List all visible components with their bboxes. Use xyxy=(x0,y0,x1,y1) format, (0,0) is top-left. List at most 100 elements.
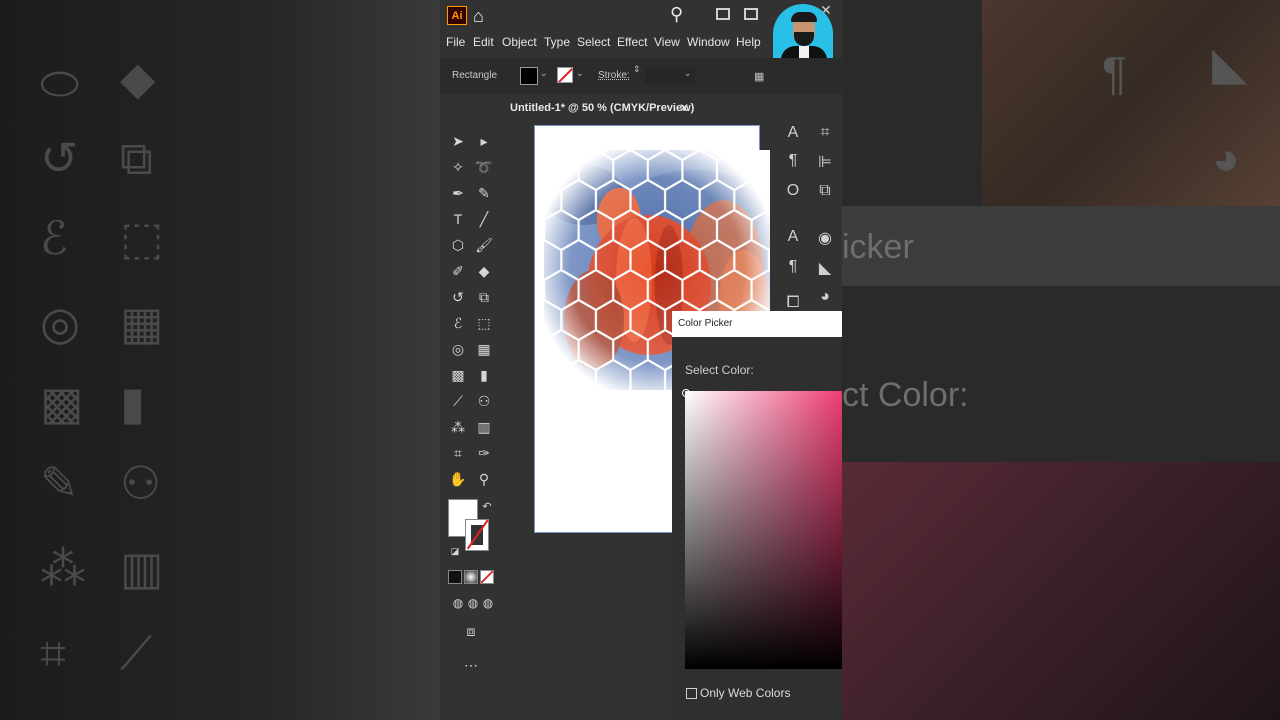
magic-wand-tool-icon[interactable]: ✧ xyxy=(446,156,470,178)
slice-tool-icon[interactable]: ✑ xyxy=(472,442,496,464)
ghost-slice-icon: ⟋ xyxy=(120,627,153,679)
align-panel-icon[interactable]: ⊫ xyxy=(814,152,836,172)
edit-toolbar-icon[interactable]: ⋯ xyxy=(459,654,483,676)
ghost-graph-icon: ▥ xyxy=(120,542,164,594)
ghost-transparency-icon: ◕ xyxy=(1212,132,1240,184)
arrange-documents-icon[interactable] xyxy=(716,8,730,20)
column-graph-tool-icon[interactable]: ▥ xyxy=(472,416,496,438)
blend-tool-icon[interactable]: ⚇ xyxy=(472,390,496,412)
hand-tool-icon[interactable]: ✋ xyxy=(446,468,470,490)
draw-inside-icon[interactable]: ◍ xyxy=(476,592,500,614)
object-type-label: Rectangle xyxy=(452,70,498,81)
search-icon[interactable]: ⚲ xyxy=(670,4,683,25)
glyphs-panel-icon[interactable]: ⧠ xyxy=(782,294,804,312)
ghost-shape-icon: ⬭ xyxy=(40,57,80,109)
pen-tool-icon[interactable]: ✒ xyxy=(446,182,470,204)
warp-tool-icon[interactable]: ℰ xyxy=(446,312,470,334)
ghost-gradient-panel-icon: ◣ xyxy=(1212,37,1248,89)
gradient-tool-icon[interactable]: ▮ xyxy=(472,364,496,386)
polygon-tool-icon[interactable]: ⬡ xyxy=(446,234,470,256)
zoom-tool-icon[interactable]: ⚲ xyxy=(472,468,496,490)
direct-selection-tool-icon[interactable]: ▸ xyxy=(472,130,496,152)
fill-swatch[interactable] xyxy=(520,67,538,85)
menu-type[interactable]: Type xyxy=(544,35,570,49)
scale-tool-icon[interactable]: ⧉ xyxy=(472,286,496,308)
paintbrush-tool-icon[interactable]: 🖌 xyxy=(472,234,496,256)
ghost-free-transform-icon: ⬚ xyxy=(120,212,164,264)
only-web-colors-checkbox[interactable] xyxy=(686,688,697,699)
stroke-label[interactable]: Stroke: xyxy=(598,70,630,81)
only-web-colors-label: Only Web Colors xyxy=(700,686,791,700)
ghost-blend-icon: ⚇ xyxy=(120,457,162,509)
ghost-gradient-icon: ▮ xyxy=(120,377,146,429)
transparency-panel-icon[interactable]: ◕ xyxy=(814,288,836,306)
stroke-swatch[interactable] xyxy=(557,67,573,83)
stroke-color-swatch[interactable] xyxy=(465,519,489,551)
menu-view[interactable]: View xyxy=(654,35,680,49)
mesh-tool-icon[interactable]: ▩ xyxy=(446,364,470,386)
default-colors-icon[interactable]: ◪ xyxy=(443,540,467,562)
menu-effect[interactable]: Effect xyxy=(617,35,647,49)
pathfinder-panel-icon[interactable]: ⧉ xyxy=(814,182,836,200)
menu-window[interactable]: Window xyxy=(687,35,730,49)
home-icon[interactable]: ⌂ xyxy=(473,6,484,27)
stroke-stepper-icon[interactable]: ⇕ xyxy=(633,64,641,75)
workspace-icon[interactable] xyxy=(744,8,758,20)
panel-dock: A ⌗ ¶ ⊫ O ⧉ A ◉ ¶ ◣ ⧠ ◕ xyxy=(778,120,842,320)
control-bar: Rectangle ⌄ ⌄ Stroke: ⇕ ⌄ ▦ xyxy=(440,58,842,94)
ghost-shape-builder-icon: ◎ xyxy=(40,297,81,349)
character-panel-icon[interactable]: A xyxy=(782,124,804,142)
artboard-tool-icon[interactable]: ⌗ xyxy=(446,442,470,464)
tab-close-icon[interactable]: ✕ xyxy=(679,101,689,115)
ghost-perspective-icon: ▦ xyxy=(120,297,164,349)
document-tab[interactable]: Untitled-1* @ 50 % (CMYK/Preview) xyxy=(510,102,694,114)
ghost-color-field xyxy=(842,462,1280,720)
align-grid-icon[interactable]: ▦ xyxy=(754,70,764,83)
menu-edit[interactable]: Edit xyxy=(473,35,494,49)
ghost-paragraph-icon: ¶ xyxy=(1102,47,1127,99)
ghost-text-picker: icker xyxy=(842,228,914,266)
none-mode-icon[interactable] xyxy=(480,570,494,584)
stroke-dropdown-icon[interactable]: ⌄ xyxy=(576,68,584,79)
document-tabs: Untitled-1* @ 50 % (CMYK/Preview) ✕ xyxy=(502,96,842,122)
menu-help[interactable]: Help xyxy=(736,35,761,49)
fill-dropdown-icon[interactable]: ⌄ xyxy=(540,68,548,79)
screen-mode-icon[interactable]: ⧈ xyxy=(459,620,483,642)
dialog-title[interactable]: Color Picker xyxy=(672,311,842,337)
color-field[interactable] xyxy=(685,391,842,669)
paragraph-panel-icon[interactable]: ¶ xyxy=(782,152,804,170)
line-tool-icon[interactable]: ╱ xyxy=(472,208,496,230)
free-transform-tool-icon[interactable]: ⬚ xyxy=(472,312,496,334)
background-left-zoom: ⬭ ◆ ↺ ⧉ ℰ ⬚ ◎ ▦ ▩ ▮ ✎ ⚇ ⁂ ▥ ⌗ ⟋ xyxy=(0,0,440,720)
menu-file[interactable]: File xyxy=(446,35,465,49)
ghost-scale-icon: ⧉ xyxy=(120,132,153,184)
ghost-text-select-color: ct Color: xyxy=(842,376,969,414)
color-mode-icon[interactable] xyxy=(448,570,462,584)
color-field-cursor[interactable] xyxy=(682,389,690,397)
ghost-symbol-sprayer-icon: ⁂ xyxy=(40,542,86,594)
menu-object[interactable]: Object xyxy=(502,35,537,49)
transform-panel-icon[interactable]: ⌗ xyxy=(814,124,836,142)
color-guide-panel-icon[interactable]: ◉ xyxy=(814,228,836,248)
swap-fill-stroke-icon[interactable]: ↶ xyxy=(475,496,499,518)
symbol-sprayer-tool-icon[interactable]: ⁂ xyxy=(446,416,470,438)
character-styles-icon[interactable]: A xyxy=(782,228,804,246)
shaper-tool-icon[interactable]: ✐ xyxy=(446,260,470,282)
lasso-tool-icon[interactable]: ➰ xyxy=(472,156,496,178)
menu-bar: File Edit Object Type Select Effect View… xyxy=(440,32,842,54)
gradient-panel-icon[interactable]: ◣ xyxy=(814,258,836,278)
menu-select[interactable]: Select xyxy=(577,35,610,49)
paragraph-styles-icon[interactable]: ¶ xyxy=(782,258,804,276)
ghost-mesh-icon: ▩ xyxy=(40,377,84,429)
eraser-tool-icon[interactable]: ◆ xyxy=(472,260,496,282)
curvature-tool-icon[interactable]: ✎ xyxy=(472,182,496,204)
perspective-grid-tool-icon[interactable]: ▦ xyxy=(472,338,496,360)
eyedropper-tool-icon[interactable]: ⟋ xyxy=(446,390,470,412)
rotate-tool-icon[interactable]: ↺ xyxy=(446,286,470,308)
type-tool-icon[interactable]: T xyxy=(446,208,470,230)
opentype-panel-icon[interactable]: O xyxy=(782,182,804,200)
gradient-mode-icon[interactable] xyxy=(464,570,478,584)
selection-tool-icon[interactable]: ➤ xyxy=(446,130,470,152)
shape-builder-tool-icon[interactable]: ◎ xyxy=(446,338,470,360)
stroke-weight-dropdown-icon[interactable]: ⌄ xyxy=(684,68,692,79)
